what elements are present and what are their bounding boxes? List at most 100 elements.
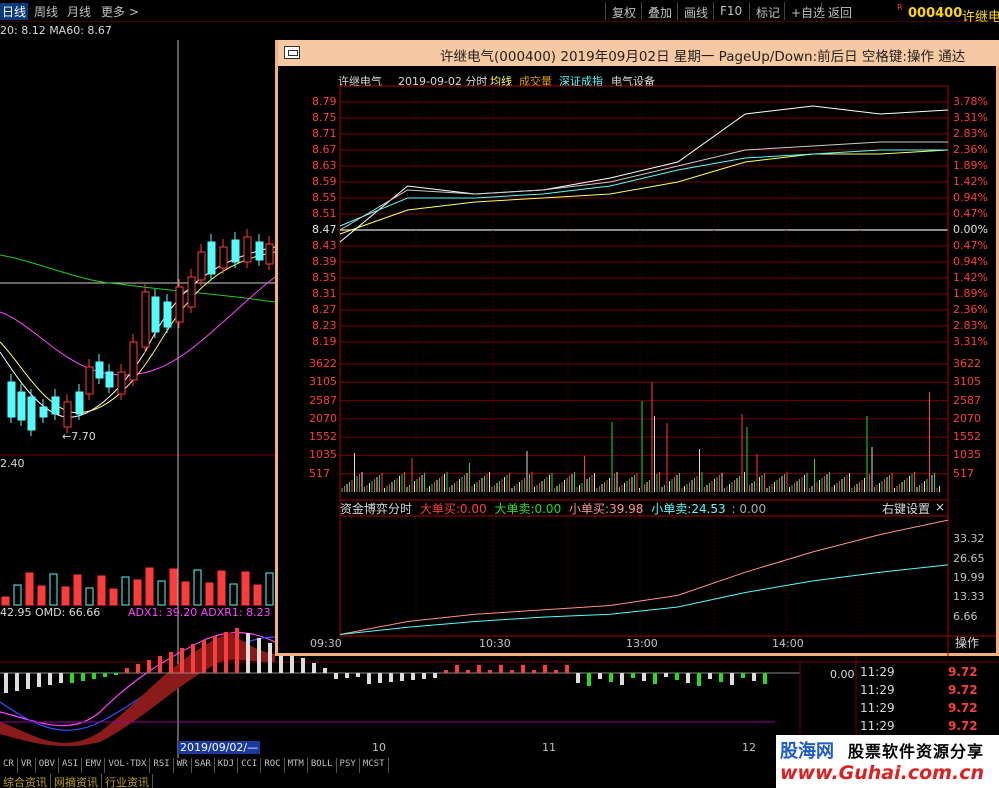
- adx-legend: ADX1: 39.20 ADXR1: 8.23: [128, 606, 271, 619]
- indicator-zero-value: 0.00: [830, 668, 855, 681]
- candle: [163, 301, 172, 328]
- indicator-bar: [345, 673, 349, 678]
- close-icon[interactable]: ×: [935, 500, 945, 514]
- indicator-bar: [554, 670, 558, 673]
- tab-weekly[interactable]: 周线: [34, 3, 58, 20]
- capital-tick: 26.65: [953, 551, 985, 565]
- indicator-bar: [730, 673, 734, 685]
- percent-tick: 1.42%: [953, 175, 988, 188]
- percent-tick: 0.47%: [953, 207, 988, 220]
- f10-button[interactable]: F10: [713, 2, 748, 20]
- indicator-tab[interactable]: KDJ: [214, 758, 239, 773]
- candle: [27, 396, 36, 431]
- indicator-tab[interactable]: CCI: [238, 758, 262, 773]
- small-buy-value: 39.98: [609, 502, 644, 516]
- low-price-label: ←7.70: [62, 430, 96, 443]
- indicator-tab[interactable]: CR: [0, 758, 18, 773]
- right-click-settings-button[interactable]: 右键设置: [882, 500, 930, 517]
- volume-bar: [13, 584, 22, 606]
- overlay-button[interactable]: 叠加: [641, 2, 678, 20]
- big-buy-value: 0.00: [459, 502, 487, 516]
- indicator-bar: [48, 673, 52, 685]
- indicator-bar: [356, 673, 360, 677]
- news-tab[interactable]: 综合资讯: [0, 774, 51, 788]
- stock-code: 000400: [908, 6, 963, 21]
- volume-tick: 2070: [309, 411, 337, 425]
- mark-button[interactable]: 标记: [749, 2, 786, 20]
- indicator-bar: [565, 665, 569, 673]
- candle: [219, 246, 228, 269]
- intraday-chart[interactable]: [278, 40, 996, 656]
- indicator-bar: [26, 673, 30, 689]
- indicator-tab[interactable]: MCST: [359, 758, 389, 773]
- percent-tick: 3.31%: [953, 335, 988, 348]
- logo-url: www.Guhai.com.cn: [780, 762, 984, 784]
- capital-tick: 13.33: [953, 590, 985, 604]
- indicator-tab[interactable]: VR: [17, 758, 36, 773]
- percent-tick: 1.89%: [953, 287, 988, 300]
- indicator-tab[interactable]: ASI: [58, 758, 83, 773]
- news-tab[interactable]: 行业资讯: [102, 774, 153, 788]
- percent-tick: 0.47%: [953, 239, 988, 252]
- indicator-bar: [532, 670, 536, 673]
- price-tick: 8.51: [312, 207, 337, 220]
- omd-legend: 42.95 OMD: 66.66: [0, 606, 101, 619]
- logo-text: 股海网: [780, 741, 834, 762]
- date-tick: 10: [372, 741, 386, 754]
- candle: [255, 241, 264, 261]
- candle: [85, 366, 94, 395]
- intraday-popup-window[interactable]: 许继电气(000400) 2019年09月02日 星期一 PageUp/Down…: [275, 40, 999, 656]
- candle: [141, 291, 150, 348]
- indicator-bar: [389, 673, 393, 682]
- operate-button[interactable]: 操作: [955, 634, 979, 651]
- indicator-bar: [334, 673, 338, 679]
- indicator-tab[interactable]: OBV: [35, 758, 59, 773]
- indicator-bar: [411, 673, 415, 680]
- volume-bar: [181, 581, 190, 606]
- indicator-bar: [70, 673, 74, 683]
- indicator-bar: [147, 660, 151, 673]
- percent-tick: 1.89%: [953, 159, 988, 172]
- restore-rights-button[interactable]: 复权: [605, 2, 642, 20]
- tab-daily[interactable]: 日线: [0, 3, 29, 20]
- indicator-tab[interactable]: WR: [173, 758, 192, 773]
- indicator-bar: [631, 673, 635, 678]
- indicator-bar: [510, 670, 514, 673]
- indicator-bar: [400, 673, 404, 681]
- candle: [197, 251, 206, 281]
- percent-tick: 2.83%: [953, 319, 988, 332]
- indicator-tab[interactable]: PSY: [336, 758, 360, 773]
- indicator-bar: [268, 643, 272, 673]
- candle: [151, 296, 160, 333]
- candle: [243, 236, 252, 263]
- candle: [265, 243, 274, 265]
- price-tick: 8.63: [312, 159, 337, 172]
- percent-tick: 1.42%: [953, 271, 988, 284]
- indicator-tab[interactable]: EMV: [82, 758, 106, 773]
- indicator-bar: [323, 668, 327, 673]
- back-button[interactable]: 返回: [821, 2, 858, 20]
- indicator-bar: [598, 673, 602, 679]
- draw-line-button[interactable]: 画线: [677, 2, 714, 20]
- indicator-tab[interactable]: SAR: [191, 758, 215, 773]
- indicator-tab[interactable]: VOL-TDX: [105, 758, 151, 773]
- price-tick: 8.59: [312, 175, 337, 188]
- indicator-bar: [466, 670, 470, 673]
- volume-tick-right: 1552: [953, 430, 981, 444]
- indicator-tab[interactable]: RSI: [150, 758, 174, 773]
- indicator-tab[interactable]: BOLL: [307, 758, 337, 773]
- tab-more[interactable]: 更多 >: [101, 3, 139, 20]
- indicator-tab[interactable]: ROC: [261, 758, 285, 773]
- volume-axis-label: 2.40: [0, 457, 25, 470]
- tab-monthly[interactable]: 月线: [67, 3, 91, 20]
- volume-bar: [97, 575, 106, 606]
- indicator-bar: [708, 673, 712, 679]
- volume-tick-right: 1035: [953, 448, 981, 462]
- small-buy-label: 小单买:: [569, 502, 610, 516]
- volume-tick: 1035: [309, 448, 337, 462]
- indicator-bar: [15, 673, 19, 691]
- news-tab[interactable]: 网摘资讯: [51, 774, 102, 788]
- big-buy-label: 大单买:: [419, 502, 460, 516]
- indicator-tab[interactable]: MTM: [284, 758, 308, 773]
- indicator-bar: [609, 673, 613, 682]
